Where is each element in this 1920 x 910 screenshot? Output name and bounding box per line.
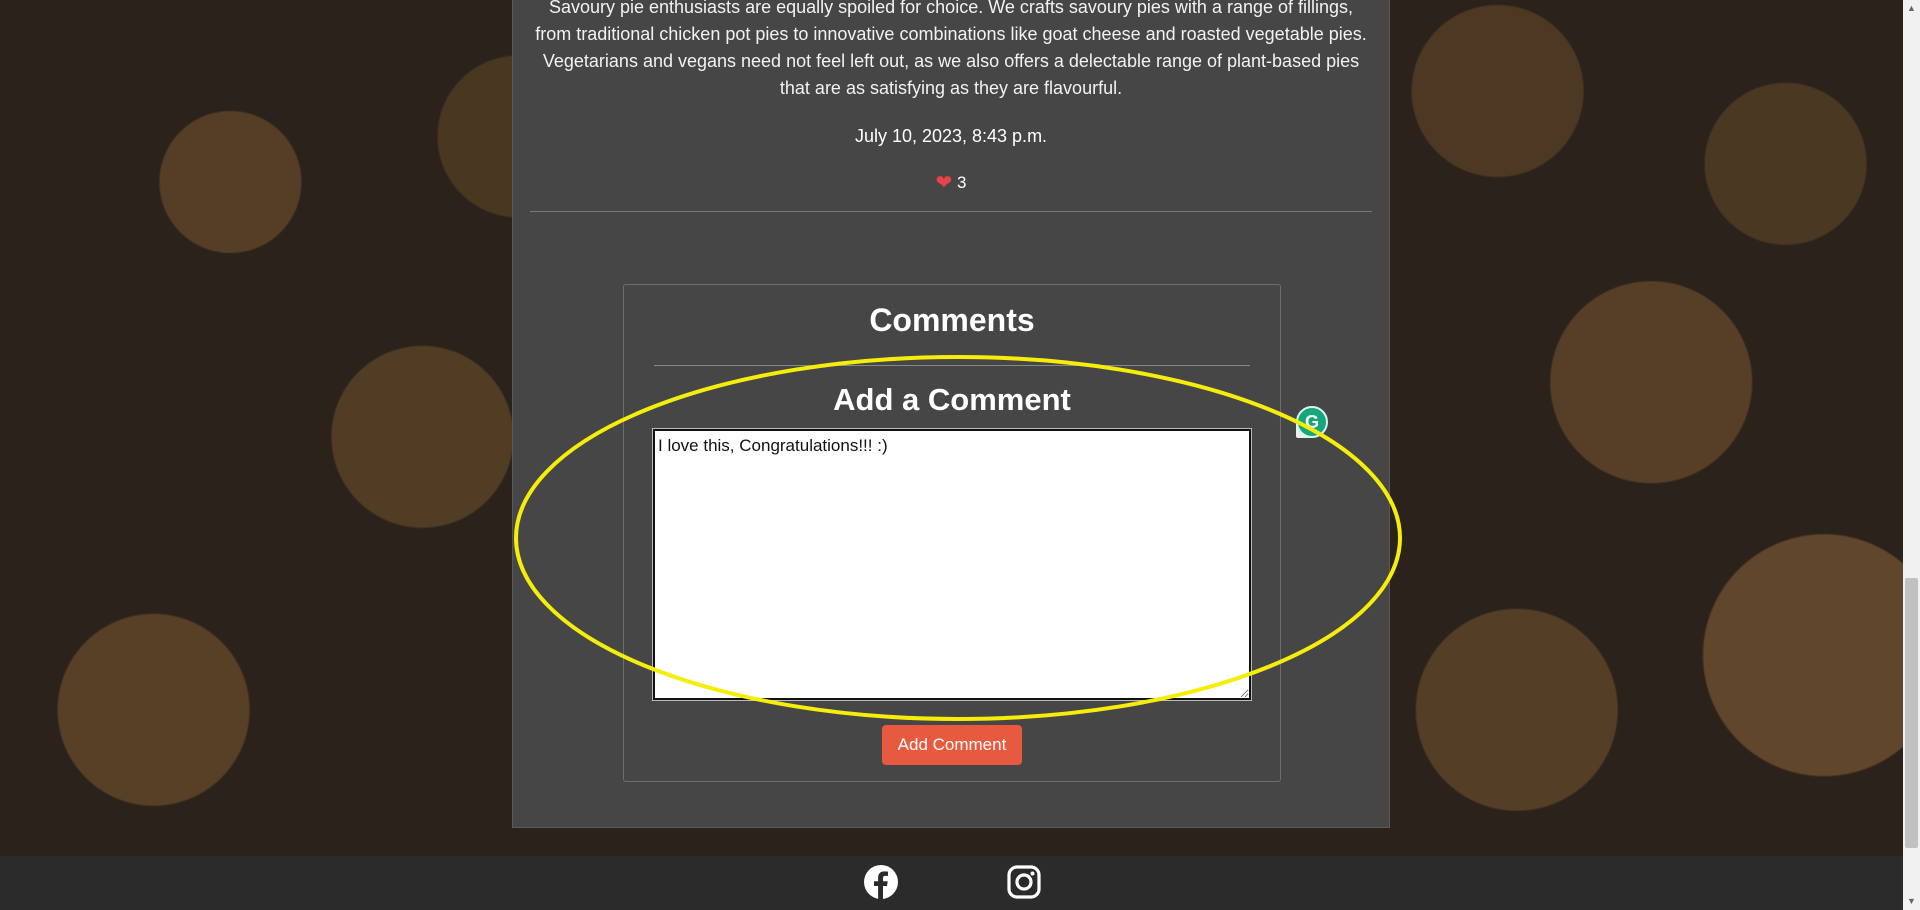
add-comment-button[interactable]: Add Comment: [882, 725, 1022, 765]
comment-textarea[interactable]: I love this, Congratulations!!! :): [652, 428, 1252, 701]
scroll-thumb[interactable]: [1905, 578, 1918, 848]
comments-card: Comments Add a Comment I love this, Cong…: [623, 284, 1281, 782]
instagram-icon[interactable]: [1006, 864, 1042, 900]
post-card: Savoury pie enthusiasts are equally spoi…: [512, 0, 1390, 828]
add-comment-title: Add a Comment: [833, 382, 1071, 417]
facebook-icon[interactable]: [863, 864, 899, 900]
grammarly-icon[interactable]: G: [1296, 406, 1328, 438]
footer: [0, 856, 1903, 910]
post-body-text: Savoury pie enthusiasts are equally spoi…: [535, 0, 1367, 98]
post-date: July 10, 2023, 8:43 p.m.: [854, 126, 1048, 146]
scroll-up-icon[interactable]: ▲: [1903, 0, 1920, 17]
comments-divider: [654, 365, 1250, 366]
heart-icon[interactable]: ❤: [936, 172, 953, 194]
scroll-down-icon[interactable]: ▼: [1903, 893, 1920, 910]
scrollbar[interactable]: ▲ ▼: [1903, 0, 1920, 910]
comments-title: Comments: [869, 302, 1035, 338]
likes-count: 3: [957, 173, 967, 192]
post-divider: [530, 211, 1372, 212]
likes-counter[interactable]: ❤ 3: [513, 170, 1389, 195]
